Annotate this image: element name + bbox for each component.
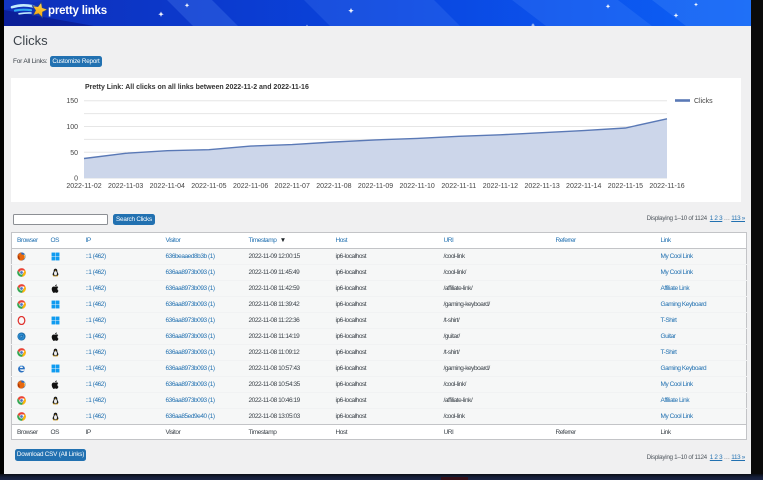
svg-text:50: 50 <box>70 150 78 157</box>
svg-text:2022-11-08: 2022-11-08 <box>316 183 351 190</box>
svg-text:pretty links: pretty links <box>48 5 107 17</box>
svg-text:2022-11-07: 2022-11-07 <box>275 183 310 190</box>
svg-text:2022-11-12: 2022-11-12 <box>483 183 518 190</box>
svg-text:2022-11-02: 2022-11-02 <box>66 183 101 190</box>
svg-text:Pretty Link: All clicks on all: Pretty Link: All clicks on all links bet… <box>85 84 309 91</box>
svg-text:Clicks: Clicks <box>694 98 713 105</box>
svg-text:2022-11-13: 2022-11-13 <box>524 183 559 190</box>
svg-text:2022-11-16: 2022-11-16 <box>649 183 684 190</box>
svg-text:2022-11-11: 2022-11-11 <box>441 183 476 190</box>
svg-text:2022-11-15: 2022-11-15 <box>608 183 643 190</box>
svg-text:2022-11-04: 2022-11-04 <box>150 183 185 190</box>
svg-text:2022-11-10: 2022-11-10 <box>399 183 434 190</box>
svg-text:0: 0 <box>74 176 78 183</box>
svg-text:100: 100 <box>66 124 78 131</box>
svg-text:2022-11-03: 2022-11-03 <box>108 183 143 190</box>
svg-text:2022-11-06: 2022-11-06 <box>233 183 268 190</box>
svg-text:2022-11-09: 2022-11-09 <box>358 183 393 190</box>
svg-text:2022-11-05: 2022-11-05 <box>191 183 226 190</box>
svg-text:2022-11-14: 2022-11-14 <box>566 183 601 190</box>
svg-text:150: 150 <box>66 98 78 105</box>
